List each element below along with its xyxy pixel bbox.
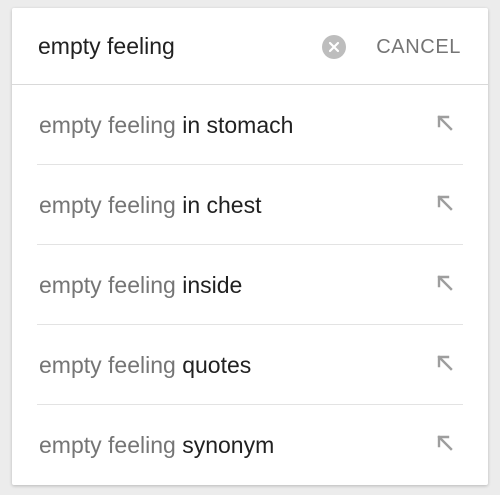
suggestion-item[interactable]: empty feeling in chest — [37, 165, 463, 245]
suggestion-prefix: empty feeling — [39, 111, 176, 138]
search-bar: empty feeling CANCEL — [12, 8, 488, 85]
suggestion-completion: in chest — [182, 191, 262, 218]
suggestion-item[interactable]: empty feeling in stomach — [37, 85, 463, 165]
clear-search-button[interactable] — [322, 35, 346, 59]
arrow-up-left-icon[interactable] — [433, 351, 457, 375]
arrow-up-left-icon[interactable] — [433, 431, 457, 455]
arrow-up-left-icon[interactable] — [433, 271, 457, 295]
search-input[interactable]: empty feeling — [38, 32, 175, 60]
suggestion-list: empty feeling in stomach empty feeling i… — [12, 85, 488, 484]
suggestion-text: empty feeling quotes — [37, 351, 251, 379]
suggestion-prefix: empty feeling — [39, 431, 176, 458]
suggestion-completion: quotes — [182, 351, 252, 378]
suggestion-item[interactable]: empty feeling synonym — [37, 405, 463, 484]
arrow-up-left-icon[interactable] — [433, 191, 457, 215]
suggestion-text: empty feeling inside — [37, 271, 242, 299]
suggestion-prefix: empty feeling — [39, 351, 176, 378]
suggestion-completion: synonym — [182, 431, 275, 458]
suggestion-completion: in stomach — [182, 111, 294, 138]
suggestion-item[interactable]: empty feeling inside — [37, 245, 463, 325]
suggestion-item[interactable]: empty feeling quotes — [37, 325, 463, 405]
suggestion-prefix: empty feeling — [39, 271, 176, 298]
search-card: empty feeling CANCEL empty feeling in st… — [12, 8, 488, 485]
suggestion-prefix: empty feeling — [39, 191, 176, 218]
suggestion-text: empty feeling in stomach — [37, 111, 293, 139]
arrow-up-left-icon[interactable] — [433, 111, 457, 135]
cancel-button[interactable]: CANCEL — [376, 35, 461, 59]
suggestion-text: empty feeling in chest — [37, 191, 261, 219]
clear-icon — [328, 41, 340, 53]
suggestion-completion: inside — [182, 271, 243, 298]
suggestion-text: empty feeling synonym — [37, 431, 274, 459]
